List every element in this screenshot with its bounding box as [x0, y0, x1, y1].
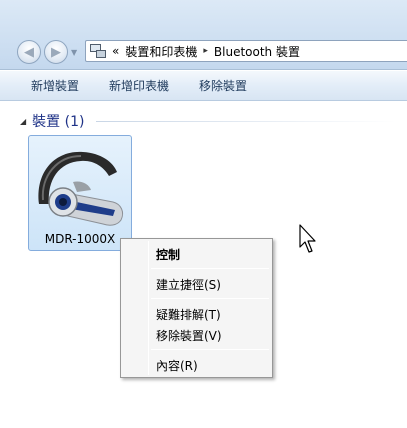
window-header: ◀ ▶ ▼ « 裝置和印表機 ▸ Bluetooth 裝置	[0, 0, 407, 70]
add-device-button[interactable]: 新增裝置	[0, 77, 94, 94]
breadcrumb-bluetooth-devices[interactable]: Bluetooth 裝置	[214, 43, 300, 60]
menu-separator	[151, 268, 269, 269]
forward-button[interactable]: ▶	[44, 40, 68, 64]
breadcrumb-overflow-button[interactable]: «	[112, 44, 119, 58]
command-bar: 新增裝置 新增印表機 移除裝置	[0, 71, 407, 101]
breadcrumb-separator-icon[interactable]: ▸	[203, 46, 208, 56]
menu-item-properties[interactable]: 內容(R)	[156, 357, 198, 374]
menu-icon-gutter	[148, 241, 149, 375]
context-menu: 控制 建立捷徑(S) 疑難排解(T) 移除裝置(V) 內容(R)	[120, 238, 273, 378]
breadcrumb-devices-printers[interactable]: 裝置和印表機	[125, 43, 197, 60]
add-printer-button[interactable]: 新增印表機	[94, 77, 184, 94]
device-tile-mdr-1000x[interactable]: MDR-1000X	[28, 135, 132, 251]
device-name-label: MDR-1000X	[44, 232, 116, 246]
forward-arrow-icon: ▶	[51, 44, 61, 60]
menu-item-troubleshoot[interactable]: 疑難排解(T)	[156, 306, 221, 323]
address-bar[interactable]: « 裝置和印表機 ▸ Bluetooth 裝置	[85, 40, 407, 62]
device-group-title: 裝置 (1)	[32, 114, 85, 130]
menu-item-remove-device[interactable]: 移除裝置(V)	[156, 327, 222, 344]
menu-item-control[interactable]: 控制	[156, 246, 180, 263]
remove-device-button[interactable]: 移除裝置	[184, 77, 262, 94]
menu-separator	[151, 349, 269, 350]
back-button[interactable]: ◀	[17, 40, 41, 64]
menu-item-create-shortcut[interactable]: 建立捷徑(S)	[156, 276, 221, 293]
devices-view: ◢ 裝置 (1) MDR-1000X 控制 建立捷徑(S) 疑難排解(T) 移除…	[0, 102, 407, 428]
devices-printers-icon	[90, 44, 106, 58]
back-arrow-icon: ◀	[24, 44, 34, 60]
recent-pages-dropdown[interactable]: ▼	[71, 48, 77, 57]
device-group-header[interactable]: ◢ 裝置 (1)	[20, 111, 84, 131]
headset-icon	[38, 151, 124, 226]
group-divider	[96, 121, 396, 122]
menu-separator	[151, 298, 269, 299]
mouse-pointer-icon	[299, 224, 316, 253]
collapse-triangle-icon[interactable]: ◢	[20, 117, 26, 126]
